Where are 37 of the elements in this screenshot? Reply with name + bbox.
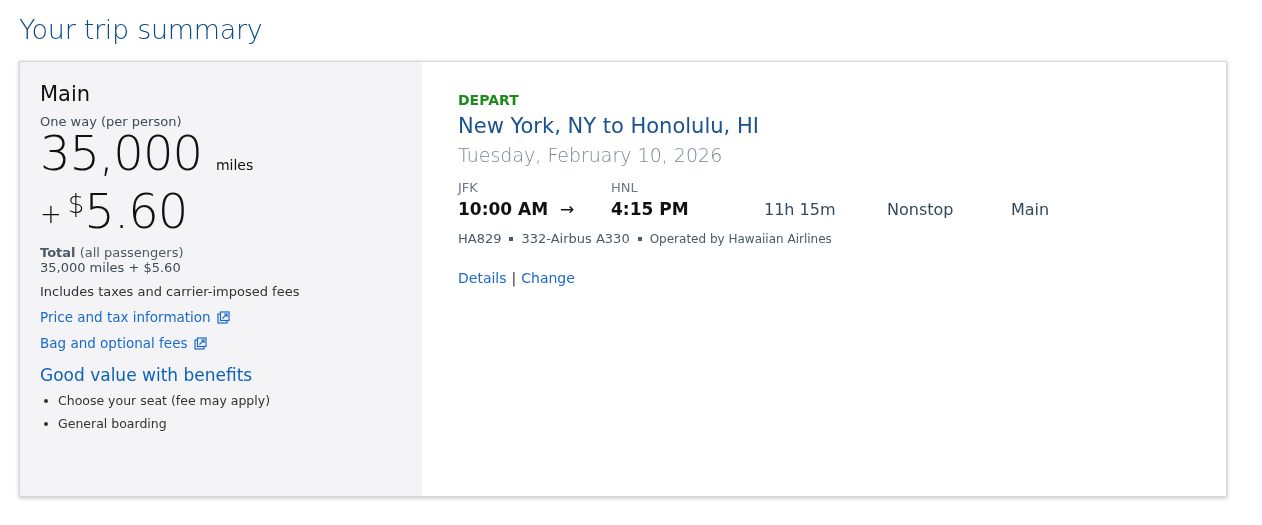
page-title: Your trip summary xyxy=(19,14,263,45)
flight-info: Operated by Hawaiian Airlines xyxy=(649,231,832,246)
benefit-item: Choose your seat (fee may apply) xyxy=(58,393,271,408)
flight-info: 332-Airbus A330 xyxy=(521,231,630,246)
benefits-title: Good value with benefits xyxy=(40,365,253,385)
total-label: Total (all passengers) xyxy=(40,245,184,260)
benefit-item: General boarding xyxy=(58,416,167,431)
plus-sign: + xyxy=(40,199,62,229)
external-link-icon xyxy=(216,310,230,324)
action-link[interactable]: Change xyxy=(521,270,575,286)
currency-symbol: $ xyxy=(67,189,85,219)
duration: 11h 15m xyxy=(764,200,837,219)
taxes-note: Includes taxes and carrier-imposed fees xyxy=(40,284,300,299)
cash-amount: 5.60 xyxy=(84,183,188,239)
arrive-time: 4:15 PM xyxy=(611,199,690,219)
miles-unit: miles xyxy=(215,157,254,173)
external-link-icon xyxy=(193,336,207,350)
depart-time: 10:00 AM xyxy=(458,199,549,219)
flight-info: HA829 xyxy=(458,231,502,246)
arrow: → xyxy=(560,199,575,219)
info-link[interactable]: Price and tax information xyxy=(40,309,230,325)
total-value: 35,000 miles + $5.60 xyxy=(40,260,181,275)
bullet-icon xyxy=(44,398,48,403)
separator-icon xyxy=(637,236,642,241)
separator-icon xyxy=(509,236,514,241)
bullet-icon xyxy=(44,421,48,426)
cabin-class: Main xyxy=(1011,200,1050,219)
flight-date: Tuesday, February 10, 2026 xyxy=(458,144,723,166)
direction-label: DEPART xyxy=(458,92,519,108)
action-link[interactable]: Details xyxy=(458,270,507,286)
airport-code: JFK xyxy=(458,180,479,195)
info-link[interactable]: Bag and optional fees xyxy=(40,335,207,351)
cabin-title: Main xyxy=(40,82,91,106)
link-separator: | xyxy=(511,270,517,286)
route-title: New York, NY to Honolulu, HI xyxy=(458,114,759,138)
stops: Nonstop xyxy=(887,200,955,219)
airport-code: HNL xyxy=(611,180,639,195)
